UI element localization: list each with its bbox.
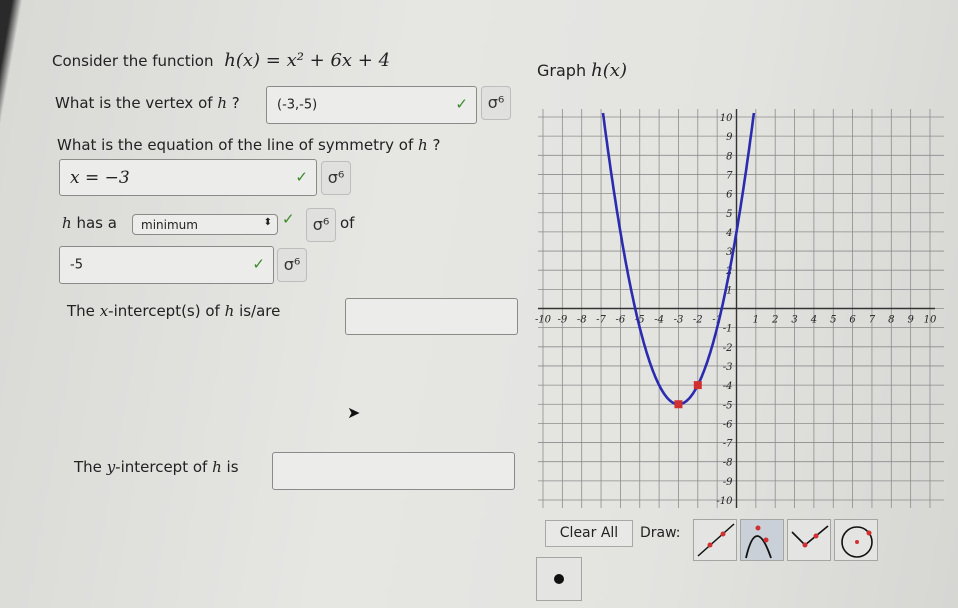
x-tick-label: 6 bbox=[849, 315, 856, 326]
y-tick-label: -2 bbox=[723, 343, 733, 354]
y-tick-label: -7 bbox=[723, 439, 733, 450]
y-tick-label: -4 bbox=[723, 381, 733, 392]
x-tick-label: -7 bbox=[596, 315, 606, 326]
y-tick-label: -10 bbox=[716, 496, 733, 507]
absolute-value-tool-button[interactable] bbox=[787, 519, 831, 561]
curve-control-point bbox=[674, 400, 683, 409]
x-tick-label: 9 bbox=[907, 315, 914, 326]
point-tool-button[interactable] bbox=[536, 557, 582, 601]
x-tick-label: 7 bbox=[869, 315, 876, 326]
x-tick-label: -9 bbox=[557, 315, 567, 326]
x-tick-label: -3 bbox=[674, 315, 684, 326]
x-tick-label: 3 bbox=[791, 315, 797, 326]
x-tick-label: 4 bbox=[810, 315, 817, 326]
x-tick-label: -4 bbox=[654, 315, 664, 326]
x-tick-label: 5 bbox=[830, 315, 836, 326]
y-tick-label: -9 bbox=[723, 477, 733, 488]
point-tool-icon bbox=[554, 574, 564, 584]
y-tick-label: 9 bbox=[726, 132, 733, 143]
x-tick-label: -6 bbox=[616, 315, 626, 326]
circle-tool-button[interactable] bbox=[834, 519, 878, 561]
circle-tool-icon bbox=[841, 526, 873, 558]
y-tick-label: 5 bbox=[726, 209, 732, 220]
x-tick-label: -10 bbox=[535, 315, 552, 326]
x-tick-label: -2 bbox=[693, 315, 703, 326]
x-tick-label: -8 bbox=[577, 315, 587, 326]
y-tick-label: 6 bbox=[726, 190, 733, 201]
y-tick-label: 7 bbox=[726, 170, 733, 181]
line-tool-icon bbox=[697, 523, 735, 557]
y-tick-label: -1 bbox=[723, 324, 733, 335]
y-tick-label: -6 bbox=[723, 419, 733, 430]
x-tick-label: 1 bbox=[753, 315, 759, 326]
x-tick-label: 2 bbox=[771, 315, 778, 326]
draw-label: Draw: bbox=[640, 525, 681, 541]
clear-all-button[interactable]: Clear All bbox=[545, 520, 633, 547]
line-tool-button[interactable] bbox=[693, 519, 737, 561]
y-tick-label: -8 bbox=[723, 458, 733, 469]
parabola-tool-icon bbox=[745, 525, 772, 559]
x-tick-label: 8 bbox=[888, 315, 894, 326]
y-tick-label: 10 bbox=[720, 113, 733, 124]
y-tick-label: -5 bbox=[723, 400, 733, 411]
absolute-value-tool-icon bbox=[791, 525, 829, 548]
graph-canvas[interactable]: -10 -9 -8 -7 -6 -5 -4 -3 -2 -1 1 2 3 4 5 6 7 8 9 10 10 9 8 7 6 5 4… bbox=[0, 0, 958, 608]
y-tick-label: 4 bbox=[725, 228, 732, 239]
curve-control-point bbox=[693, 381, 702, 390]
parabola-tool-button[interactable] bbox=[740, 519, 784, 561]
x-tick-label: 10 bbox=[924, 315, 937, 326]
y-tick-label: -3 bbox=[723, 362, 733, 373]
y-tick-label: 8 bbox=[726, 151, 732, 162]
